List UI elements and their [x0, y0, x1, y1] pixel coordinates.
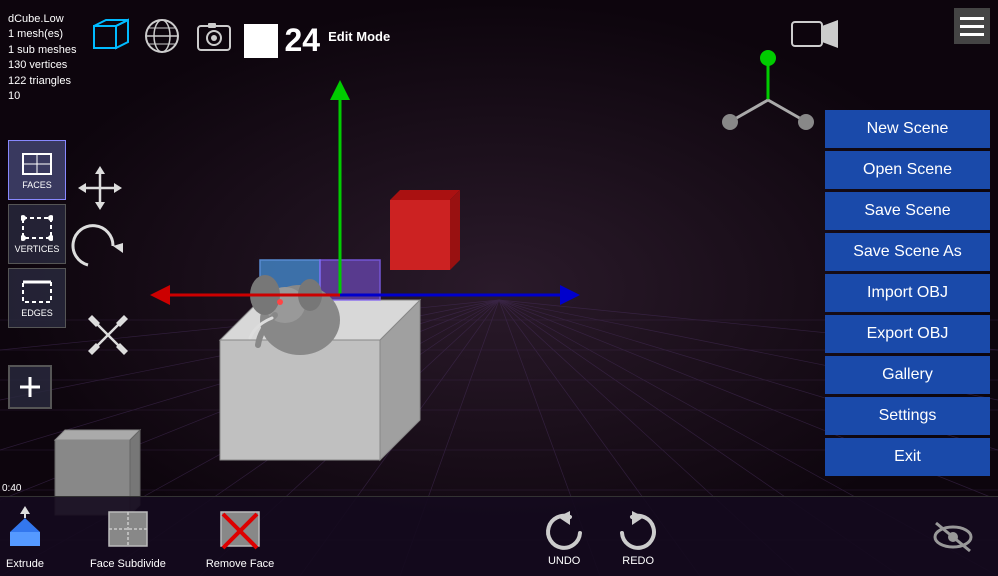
top-bar: dCube.Low 1 mesh(es) 1 sub meshes 130 ve…: [0, 0, 998, 90]
add-button[interactable]: [8, 365, 52, 409]
left-sidebar: FACES VERTICES EDGES: [8, 140, 66, 328]
hamburger-line-3: [960, 33, 984, 36]
undo-button[interactable]: UNDO: [542, 507, 586, 567]
frame-number: 24: [284, 22, 320, 59]
undo-label: UNDO: [548, 555, 580, 567]
exit-button[interactable]: Exit: [825, 438, 990, 476]
eye-slash-icon: [928, 512, 978, 562]
new-scene-button[interactable]: New Scene: [825, 110, 990, 148]
screenshot-icon[interactable]: [192, 14, 236, 58]
faces-tool[interactable]: FACES: [8, 140, 66, 200]
number: 10: [8, 89, 76, 104]
hamburger-line-1: [960, 17, 984, 20]
sub-meshes: 1 sub meshes: [8, 43, 76, 58]
face-subdivide-label: Face Subdivide: [90, 558, 166, 570]
save-scene-button[interactable]: Save Scene: [825, 192, 990, 230]
remove-face-label: Remove Face: [206, 558, 274, 570]
object-name: dCube.Low: [8, 12, 76, 27]
frame-box: [244, 24, 278, 58]
face-subdivide-tool[interactable]: Face Subdivide: [90, 504, 166, 570]
hamburger-line-2: [960, 25, 984, 28]
redo-label: REDO: [622, 555, 654, 567]
info-panel: dCube.Low 1 mesh(es) 1 sub meshes 130 ve…: [8, 12, 76, 104]
right-menu: New Scene Open Scene Save Scene Save Sce…: [825, 110, 990, 476]
visibility-toggle[interactable]: [928, 512, 978, 562]
gallery-button[interactable]: Gallery: [825, 356, 990, 394]
bottom-toolbar: Extrude Face Subdivide: [0, 496, 998, 576]
globe-icon[interactable]: [140, 14, 184, 58]
edit-mode-label: Edit Mode: [328, 29, 390, 44]
frame-counter: 24: [244, 22, 320, 59]
mode-icons: 24 Edit Mode: [88, 12, 390, 59]
remove-face-icon: [215, 504, 265, 554]
edges-label: EDGES: [21, 308, 53, 318]
vertex-count: 130 vertices: [8, 58, 76, 73]
undo-redo-group: UNDO REDO: [542, 507, 660, 567]
mesh-count: 1 mesh(es): [8, 27, 76, 42]
settings-button[interactable]: Settings: [825, 397, 990, 435]
extrude-label: Extrude: [6, 558, 44, 570]
open-scene-button[interactable]: Open Scene: [825, 151, 990, 189]
import-obj-button[interactable]: Import OBJ: [825, 274, 990, 312]
triangle-count: 122 triangles: [8, 74, 76, 89]
remove-face-tool[interactable]: Remove Face: [206, 504, 274, 570]
extrude-tool[interactable]: Extrude: [0, 504, 50, 570]
face-subdivide-icon: [103, 504, 153, 554]
redo-button[interactable]: REDO: [616, 507, 660, 567]
edges-tool[interactable]: EDGES: [8, 268, 66, 328]
coordinate-display: 0:40: [2, 483, 21, 494]
faces-label: FACES: [22, 180, 52, 190]
cube-mode-icon[interactable]: [88, 14, 132, 58]
vertices-tool[interactable]: VERTICES: [8, 204, 66, 264]
export-obj-button[interactable]: Export OBJ: [825, 315, 990, 353]
save-scene-as-button[interactable]: Save Scene As: [825, 233, 990, 271]
hamburger-menu-button[interactable]: [954, 8, 990, 44]
orientation-gizmo: [718, 50, 818, 150]
extrude-icon: [0, 504, 50, 554]
viewport: dCube.Low 1 mesh(es) 1 sub meshes 130 ve…: [0, 0, 998, 576]
vertices-label: VERTICES: [15, 244, 60, 254]
